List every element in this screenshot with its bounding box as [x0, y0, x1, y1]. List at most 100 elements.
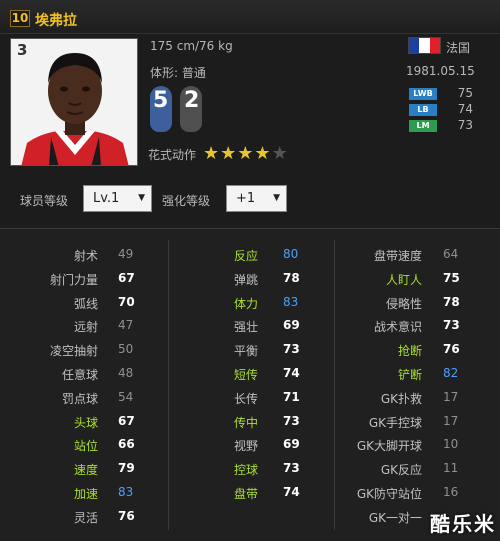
attribute-name: 射门力量: [49, 272, 98, 287]
position-badge: LB: [409, 104, 437, 116]
nationality: 法国: [446, 41, 471, 55]
attribute-name: GK一对一: [368, 510, 422, 525]
enhance-level-label: 强化等级: [162, 194, 211, 208]
right-foot-rating: 2: [184, 88, 200, 113]
attribute-name: 罚点球: [61, 391, 98, 406]
attribute-name: 灵活: [73, 510, 98, 525]
enhance-level-select[interactable]: +1 ▼: [226, 185, 287, 212]
attribute-name: 体力: [233, 296, 258, 311]
attribute-name: GK反应: [380, 463, 422, 478]
attribute-name: 远射: [73, 320, 98, 335]
attribute-value: 71: [283, 389, 300, 404]
attribute-value: 17: [443, 389, 459, 404]
attribute-name: 传中: [233, 415, 258, 430]
attribute-value: 69: [283, 318, 300, 333]
attribute-value: 79: [118, 461, 135, 476]
position-badge: LM: [409, 120, 437, 132]
attribute-name: 速度: [73, 463, 98, 478]
skill-moves-label: 花式动作: [148, 148, 197, 162]
attribute-value: 78: [283, 270, 300, 285]
attribute-value: 16: [443, 485, 459, 499]
attribute-value: 48: [118, 366, 134, 380]
attribute-name: 射术: [73, 249, 98, 263]
attribute-name: 铲断: [397, 368, 422, 382]
attribute-name: GK大脚开球: [356, 439, 422, 454]
attribute-value: 73: [283, 342, 300, 357]
attribute-name: 视野: [233, 439, 258, 454]
position-rating-value: 75: [457, 86, 473, 100]
attribute-name: 抢断: [397, 344, 422, 359]
player-level-value: Lv.1: [93, 191, 120, 206]
jersey-number-badge: 10: [10, 10, 30, 27]
attribute-name: 控球: [233, 463, 258, 478]
attribute-name: 盘带: [233, 487, 258, 501]
attribute-value: 67: [118, 270, 135, 285]
player-level-label: 球员等级: [20, 194, 69, 208]
attribute-name: GK手控球: [368, 415, 422, 430]
attribute-name: 弹跳: [233, 272, 258, 287]
attribute-value: 49: [118, 247, 134, 261]
attribute-name: 强壮: [233, 320, 258, 335]
star-icon: ★: [220, 143, 238, 164]
attribute-name: 任意球: [61, 368, 98, 382]
attribute-value: 74: [283, 485, 300, 499]
left-foot-rating: 5: [153, 88, 169, 113]
attribute-value: 47: [118, 318, 134, 333]
attribute-name: GK扑救: [380, 391, 422, 406]
player-level-select[interactable]: Lv.1 ▼: [83, 185, 152, 212]
player-portrait-image: [11, 39, 137, 165]
attribute-name: 短传: [233, 368, 258, 382]
attribute-name: 加速: [73, 487, 98, 501]
attribute-name: 盘带速度: [373, 249, 422, 263]
attribute-value: 73: [283, 413, 300, 428]
attribute-value: 67: [118, 413, 135, 428]
skill-stars: ★★★★★: [203, 143, 289, 164]
position-badge: LWB: [409, 88, 437, 100]
height-weight: 175 cm/76 kg: [150, 39, 233, 53]
attribute-value: 74: [283, 366, 300, 380]
player-photo: 3: [10, 38, 138, 166]
attribute-name: 人盯人: [385, 272, 422, 287]
star-icon: ★: [254, 143, 272, 164]
player-header: 10 埃弗拉: [0, 0, 500, 34]
attribute-value: 76: [118, 508, 135, 523]
chevron-down-icon: ▼: [138, 193, 145, 203]
star-icon: ★: [203, 143, 221, 164]
attribute-name: 战术意识: [373, 320, 422, 335]
attribute-value: 50: [118, 342, 134, 357]
attribute-value: 80: [283, 247, 299, 261]
attribute-value: 75: [443, 270, 460, 285]
attribute-value: 17: [443, 413, 459, 428]
attribute-value: 83: [118, 485, 134, 499]
attribute-value: 64: [443, 247, 459, 261]
attribute-value: 78: [443, 294, 460, 309]
column-divider: [334, 240, 335, 530]
attribute-value: 66: [118, 437, 135, 452]
attribute-value: 70: [118, 294, 135, 309]
france-flag-icon: [408, 37, 441, 54]
chevron-down-icon: ▼: [273, 193, 280, 203]
attribute-value: 83: [283, 294, 299, 309]
attribute-name: 弧线: [73, 296, 98, 311]
player-name: 埃弗拉: [35, 13, 77, 29]
star-icon: ★: [271, 143, 289, 164]
attribute-name: 头球: [73, 415, 98, 430]
enhance-level-value: +1: [236, 191, 256, 206]
attribute-value: 73: [443, 318, 460, 333]
watermark-logo: 酷乐米: [430, 512, 496, 536]
attribute-name: 侵略性: [385, 296, 422, 311]
attribute-value: 11: [443, 461, 459, 476]
player-rating: 3: [17, 41, 28, 59]
attribute-value: 69: [283, 437, 300, 452]
attribute-value: 76: [443, 342, 460, 357]
attribute-name: 平衡: [233, 344, 258, 359]
attribute-name: 站位: [73, 439, 98, 454]
position-rating-value: 74: [457, 102, 473, 116]
attribute-value: 54: [118, 389, 134, 404]
birth-date: 1981.05.15: [406, 64, 475, 78]
attribute-name: GK防守站位: [356, 487, 422, 501]
attribute-value: 73: [283, 461, 300, 476]
attribute-value: 10: [443, 437, 459, 452]
body-type: 体形: 普通: [150, 66, 206, 80]
attribute-name: 凌空抽射: [49, 344, 98, 359]
